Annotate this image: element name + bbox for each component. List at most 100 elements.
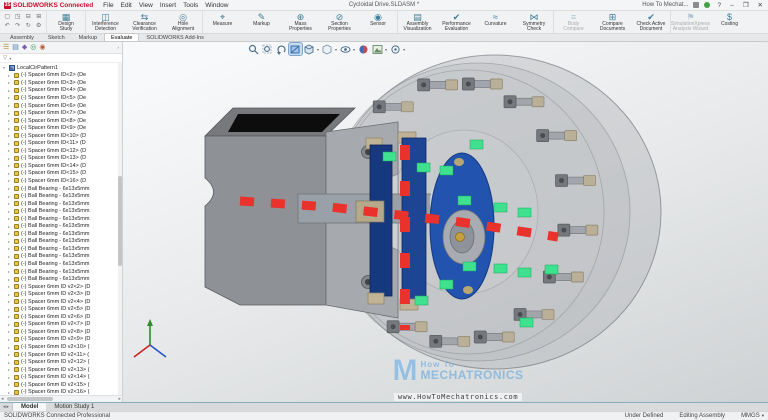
expand-arrow-icon[interactable]: ▸ bbox=[8, 163, 12, 168]
expand-arrow-icon[interactable]: ▸ bbox=[8, 126, 12, 131]
expand-arrow-icon[interactable]: ▸ bbox=[8, 148, 12, 153]
tree-item[interactable]: ▸ (-) Ball Bearing - 6x13x5mm bbox=[0, 245, 122, 253]
expand-arrow-icon[interactable]: ▸ bbox=[8, 209, 12, 214]
tree-item[interactable]: ▸ (-) Spacer 6mm ID<8> (De bbox=[0, 117, 122, 125]
expand-arrow-icon[interactable]: ▸ bbox=[8, 103, 12, 108]
view-orientation-icon[interactable]: ▾ bbox=[303, 43, 320, 55]
tree-item[interactable]: ▸ (-) Spacer 6mm ID<6> (De bbox=[0, 102, 122, 110]
document-tab[interactable]: Model bbox=[13, 403, 46, 411]
expand-arrow-icon[interactable]: ▸ bbox=[8, 95, 12, 100]
ribbon-button[interactable]: ⊕ Mass Properties bbox=[281, 11, 320, 33]
ribbon-button[interactable]: ⋈ Symmetry Check bbox=[515, 11, 554, 33]
tree-pattern-header[interactable]: ▾ LocalCirPattern1 bbox=[0, 64, 122, 72]
expand-arrow-icon[interactable]: ▸ bbox=[8, 239, 12, 244]
expand-arrow-icon[interactable]: ▸ bbox=[8, 269, 12, 274]
tree-item[interactable]: ▸ (-) Spacer 6mm ID v2<10> ( bbox=[0, 343, 122, 351]
close-button[interactable]: ✕ bbox=[756, 1, 765, 9]
command-tab[interactable]: Assembly bbox=[3, 33, 41, 41]
ribbon-button[interactable]: ≈ Curvature bbox=[476, 11, 515, 33]
expand-arrow-icon[interactable]: ▸ bbox=[8, 178, 12, 183]
tree-item[interactable]: ▸ (-) Spacer 6mm ID v2<14> ( bbox=[0, 373, 122, 381]
account-label[interactable]: How To Mechat... bbox=[642, 2, 688, 8]
tree-item[interactable]: ▸ (-) Ball Bearing - 6x13x5mm bbox=[0, 268, 122, 276]
tree-vertical-scrollbar[interactable] bbox=[118, 63, 122, 395]
hub-screw[interactable] bbox=[456, 233, 465, 242]
feature-manager-tab-icon[interactable]: ☰ bbox=[3, 43, 9, 53]
tree-item[interactable]: ▸ (-) Spacer 6mm ID v2<7> (D bbox=[0, 321, 122, 329]
expand-arrow-icon[interactable]: ▸ bbox=[8, 314, 12, 319]
command-tab[interactable]: SOLIDWORKS Add-Ins bbox=[139, 33, 210, 41]
tree-item[interactable]: ▸ (-) Spacer 6mm ID v2<16> ( bbox=[0, 389, 122, 395]
ribbon-button[interactable]: ⊞ Compare Documents bbox=[593, 11, 632, 33]
expand-arrow-icon[interactable]: ▸ bbox=[8, 133, 12, 138]
tree-item[interactable]: ▸ (-) Ball Bearing - 6x13x5mm bbox=[0, 275, 122, 283]
quick-access-button[interactable]: ⚙ bbox=[34, 22, 45, 31]
tree-item[interactable]: ▸ (-) Ball Bearing - 6x13x5mm bbox=[0, 238, 122, 246]
user-avatar[interactable] bbox=[704, 2, 710, 8]
tree-item[interactable]: ▸ (-) Spacer 6mm ID v2<11> ( bbox=[0, 351, 122, 359]
tree-item[interactable]: ▸ (-) Spacer 6mm ID<3> (De bbox=[0, 79, 122, 87]
expand-arrow-icon[interactable]: ▸ bbox=[8, 261, 12, 266]
tree-item[interactable]: ▸ (-) Spacer 6mm ID v2<3> (D bbox=[0, 290, 122, 298]
expand-arrow-icon[interactable]: ▸ bbox=[8, 390, 12, 395]
quick-access-button[interactable]: ▢ bbox=[2, 13, 13, 22]
expand-arrow-icon[interactable]: ▸ bbox=[8, 307, 12, 312]
expand-arrow-icon[interactable]: ▸ bbox=[8, 231, 12, 236]
ribbon-button[interactable]: ✎ Markup bbox=[242, 11, 281, 33]
tree-horizontal-scrollbar[interactable]: ◂ ▸ bbox=[0, 395, 122, 402]
tree-item[interactable]: ▸ (-) Ball Bearing - 6x13x5mm bbox=[0, 222, 122, 230]
command-tab[interactable]: Markup bbox=[72, 33, 104, 41]
tree-item[interactable]: ▸ (-) Spacer 6mm ID v2<8> (D bbox=[0, 328, 122, 336]
expand-arrow-icon[interactable]: ▸ bbox=[8, 88, 12, 93]
expand-arrow-icon[interactable]: ▸ bbox=[8, 111, 12, 116]
minimize-button[interactable]: – bbox=[728, 2, 736, 9]
tree-item[interactable]: ▸ (-) Spacer 6mm ID<15> (D bbox=[0, 170, 122, 178]
tree-item[interactable]: ▸ (-) Spacer 6mm ID<13> (D bbox=[0, 155, 122, 163]
quick-access-button[interactable]: ↷ bbox=[13, 22, 24, 31]
expand-arrow-icon[interactable]: ▸ bbox=[8, 382, 12, 387]
tree-item[interactable]: ▸ (-) Spacer 6mm ID v2<5> (D bbox=[0, 306, 122, 314]
expand-arrow-icon[interactable]: ▸ bbox=[8, 141, 12, 146]
expand-arrow-icon[interactable]: ▸ bbox=[8, 254, 12, 259]
expand-arrow-icon[interactable]: ▸ bbox=[8, 80, 12, 85]
expand-arrow-icon[interactable]: ▸ bbox=[8, 345, 12, 350]
expand-arrow-icon[interactable]: ▸ bbox=[8, 284, 12, 289]
tree-item[interactable]: ▸ (-) Spacer 6mm ID<14> (D bbox=[0, 162, 122, 170]
quick-access-button[interactable]: ⊟ bbox=[23, 13, 34, 22]
tree-item[interactable]: ▸ (-) Spacer 6mm ID<2> (De bbox=[0, 72, 122, 80]
tree-item[interactable]: ▸ (-) Spacer 6mm ID<7> (De bbox=[0, 109, 122, 117]
ribbon-button[interactable]: ⊘ Section Properties bbox=[320, 11, 359, 33]
ribbon-button[interactable]: ≡ Body Compare bbox=[554, 11, 593, 33]
quick-access-button[interactable]: ◳ bbox=[13, 13, 24, 22]
menu-item[interactable]: Window bbox=[205, 2, 228, 9]
document-tab[interactable]: Motion Study 1 bbox=[46, 403, 102, 411]
expand-arrow-icon[interactable]: ▸ bbox=[8, 194, 12, 199]
command-tab[interactable]: Sketch bbox=[41, 33, 72, 41]
expand-arrow-icon[interactable]: ▸ bbox=[8, 201, 12, 206]
tree-item[interactable]: ▸ (-) Spacer 6mm ID<16> (D bbox=[0, 177, 122, 185]
restore-button[interactable]: ❐ bbox=[741, 1, 751, 9]
tree-item[interactable]: ▸ (-) Spacer 6mm ID<9> (De bbox=[0, 124, 122, 132]
expand-arrow-icon[interactable]: ▸ bbox=[8, 299, 12, 304]
ribbon-button[interactable]: ✔ Check Active Document bbox=[632, 11, 671, 33]
ribbon-button[interactable]: ⇆ Clearance Verification bbox=[125, 11, 164, 33]
ribbon-button[interactable]: ◉ Sensor bbox=[359, 11, 398, 33]
expand-arrow-icon[interactable]: ▸ bbox=[8, 352, 12, 357]
tree-item[interactable]: ▸ (-) Ball Bearing - 6x13x5mm bbox=[0, 215, 122, 223]
ribbon-button[interactable]: $ Costing bbox=[710, 11, 749, 33]
roller-pin[interactable] bbox=[368, 293, 384, 304]
quick-access-button[interactable]: ↶ bbox=[2, 22, 13, 31]
help-button[interactable]: ? bbox=[715, 2, 723, 9]
expand-arrow-icon[interactable]: ▸ bbox=[8, 329, 12, 334]
tree-item[interactable]: ▸ (-) Spacer 6mm ID<12> (D bbox=[0, 147, 122, 155]
expand-arrow-icon[interactable]: ▸ bbox=[8, 156, 12, 161]
expand-arrow-icon[interactable]: ▸ bbox=[8, 322, 12, 327]
tree-item[interactable]: ▸ (-) Spacer 6mm ID v2<13> ( bbox=[0, 366, 122, 374]
dimxpert-manager-tab-icon[interactable]: ◎ bbox=[30, 43, 36, 53]
tree-item[interactable]: ▸ (-) Spacer 6mm ID v2<9> (D bbox=[0, 336, 122, 344]
tree-item[interactable]: ▸ (-) Spacer 6mm ID v2<4> (D bbox=[0, 298, 122, 306]
tree-item[interactable]: ▸ (-) Spacer 6mm ID<5> (De bbox=[0, 94, 122, 102]
expand-arrow-icon[interactable]: ▸ bbox=[8, 73, 12, 78]
ribbon-button[interactable]: ⌖ Measure bbox=[203, 11, 242, 33]
view-settings-icon[interactable]: ▾ bbox=[389, 43, 406, 55]
